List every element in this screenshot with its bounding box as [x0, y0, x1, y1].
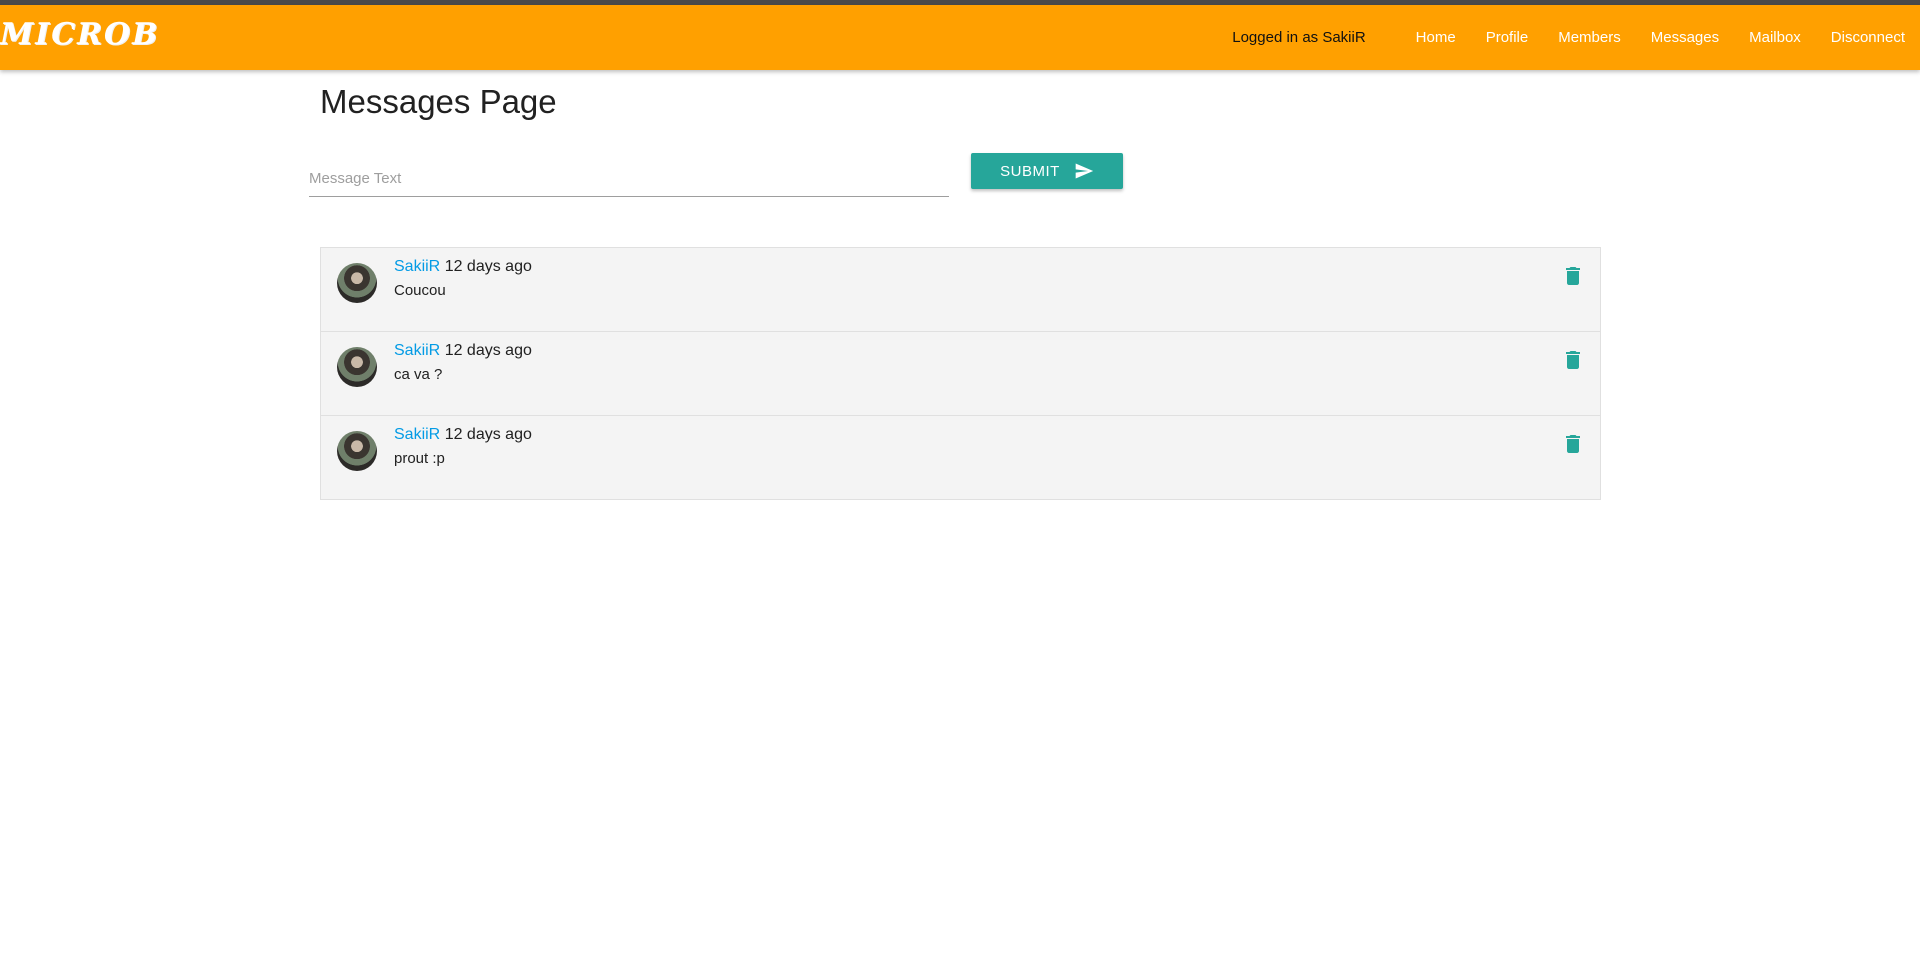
- message-time: 12 days ago: [444, 426, 532, 443]
- message-text-input[interactable]: [309, 160, 949, 197]
- message-list: SakiiR 12 days ago Coucou SakiiR 12 days…: [320, 247, 1601, 500]
- navbar: MICROB Logged in as SakiiR Home Profile …: [0, 5, 1920, 70]
- nav-disconnect[interactable]: Disconnect: [1816, 29, 1920, 46]
- message-author-link[interactable]: SakiiR: [394, 426, 440, 443]
- nav-home[interactable]: Home: [1401, 29, 1471, 46]
- trash-icon[interactable]: [1561, 432, 1585, 456]
- nav-right: Logged in as SakiiR Home Profile Members…: [1232, 5, 1920, 70]
- submit-button[interactable]: SUBMIT: [971, 153, 1123, 189]
- avatar: [337, 347, 377, 387]
- page-title: Messages Page: [320, 83, 557, 120]
- message-text: ca va ?: [394, 366, 443, 383]
- trash-icon[interactable]: [1561, 348, 1585, 372]
- submit-button-label: SUBMIT: [1000, 162, 1060, 180]
- nav-messages[interactable]: Messages: [1636, 29, 1734, 46]
- site-logo[interactable]: MICROB: [0, 15, 160, 55]
- message-item: SakiiR 12 days ago Coucou: [321, 248, 1600, 332]
- message-header: SakiiR 12 days ago: [394, 258, 532, 276]
- message-time: 12 days ago: [444, 342, 532, 359]
- nav-profile[interactable]: Profile: [1471, 29, 1544, 46]
- send-icon: [1075, 163, 1093, 179]
- message-header: SakiiR 12 days ago: [394, 426, 532, 444]
- message-item: SakiiR 12 days ago prout :p: [321, 416, 1600, 499]
- avatar: [337, 431, 377, 471]
- message-time: 12 days ago: [444, 258, 532, 275]
- message-author-link[interactable]: SakiiR: [394, 342, 440, 359]
- trash-icon[interactable]: [1561, 264, 1585, 288]
- nav-members[interactable]: Members: [1543, 29, 1636, 46]
- nav-mailbox[interactable]: Mailbox: [1734, 29, 1816, 46]
- logged-in-label: Logged in as SakiiR: [1232, 29, 1366, 46]
- message-text: Coucou: [394, 282, 446, 299]
- message-author-link[interactable]: SakiiR: [394, 258, 440, 275]
- message-item: SakiiR 12 days ago ca va ?: [321, 332, 1600, 416]
- message-text: prout :p: [394, 450, 445, 467]
- avatar: [337, 263, 377, 303]
- message-header: SakiiR 12 days ago: [394, 342, 532, 360]
